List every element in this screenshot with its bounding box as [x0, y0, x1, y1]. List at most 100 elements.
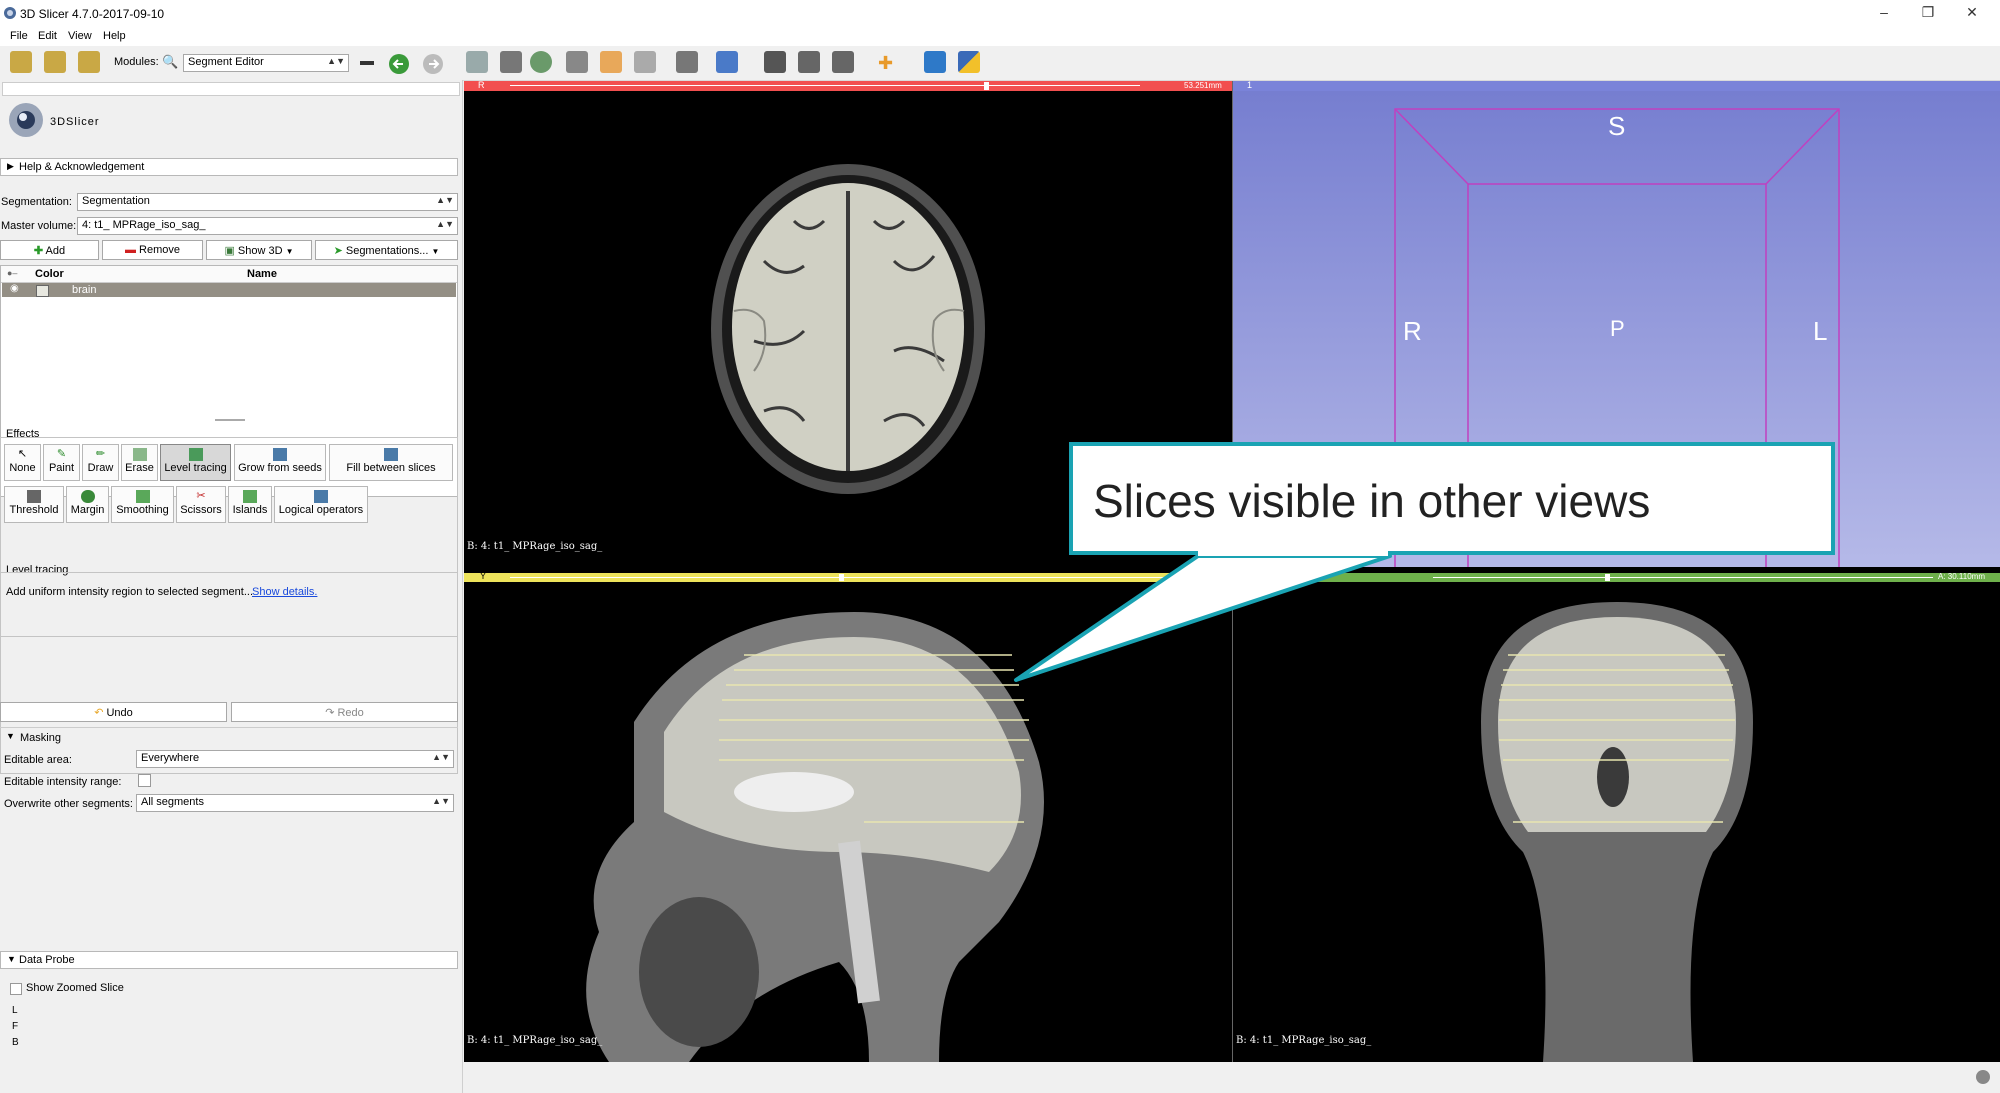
pencil-icon: ✏: [95, 448, 106, 460]
cursor-icon: ↖: [17, 448, 28, 460]
master-volume-selector[interactable]: 4: t1_ MPRage_iso_sag_ ▲▼: [77, 217, 458, 235]
effect-islands-label: Islands: [232, 504, 268, 516]
eye-icon[interactable]: ◉: [10, 283, 19, 294]
effect-smoothing-button[interactable]: Smoothing: [111, 486, 174, 523]
effect-margin-button[interactable]: Margin: [66, 486, 109, 523]
menu-edit[interactable]: Edit: [38, 30, 57, 42]
show-details-link[interactable]: Show details.: [252, 586, 317, 598]
dropdown-arrow-icon[interactable]: ▼: [431, 247, 439, 256]
layout-icon[interactable]: [676, 51, 698, 73]
restore-icon[interactable]: ❐: [1908, 4, 1948, 24]
module-panel-header: [2, 82, 460, 96]
overwrite-value: All segments: [141, 796, 204, 808]
segment-name[interactable]: brain: [72, 284, 96, 296]
overwrite-selector[interactable]: All segments ▲▼: [136, 794, 454, 812]
data-icon[interactable]: [10, 51, 32, 73]
scissors-icon: ✂: [196, 490, 206, 502]
table-row[interactable]: ◉ brain: [2, 283, 456, 297]
crosshair-icon[interactable]: [716, 51, 738, 73]
transforms-icon[interactable]: [566, 51, 588, 73]
collapse-arrow-icon[interactable]: ▼: [6, 731, 15, 741]
level-tracing-icon: [188, 448, 203, 461]
islands-icon: [243, 490, 257, 503]
yellow-slider-handle[interactable]: [839, 574, 844, 581]
masking-title[interactable]: Masking: [20, 732, 61, 744]
effect-level-tracing-button[interactable]: Level tracing: [160, 444, 231, 481]
effect-erase-button[interactable]: Erase: [121, 444, 158, 481]
dropdown-arrow-icon[interactable]: ▼: [286, 247, 294, 256]
search-icon[interactable]: 🔍: [162, 54, 178, 70]
module-selector[interactable]: Segment Editor ▲▼: [183, 54, 349, 72]
red-slice-controller[interactable]: R 53.251mm: [464, 80, 1232, 91]
effect-logical-operators-button[interactable]: Logical operators: [274, 486, 368, 523]
remove-segment-button[interactable]: ▬ Remove: [102, 240, 203, 260]
segment-icon[interactable]: [530, 51, 552, 73]
segmentation-value: Segmentation: [82, 195, 150, 207]
window-title: 3D Slicer 4.7.0-2017-09-10: [20, 7, 165, 21]
undo-button[interactable]: ↶ Undo: [0, 702, 227, 722]
python-icon[interactable]: [958, 51, 980, 73]
effect-threshold-button[interactable]: Threshold: [4, 486, 64, 523]
segmentations-button[interactable]: ➤ Segmentations... ▼: [315, 240, 458, 260]
effect-scissors-button[interactable]: ✂ Scissors: [176, 486, 226, 523]
volumes-icon[interactable]: [600, 51, 622, 73]
effect-grow-from-seeds-button[interactable]: Grow from seeds: [234, 444, 326, 481]
effect-erase-label: Erase: [125, 462, 154, 474]
markups-icon[interactable]: [466, 51, 488, 73]
menu-help[interactable]: Help: [103, 30, 126, 42]
effect-paint-button[interactable]: ✎ Paint: [43, 444, 80, 481]
screenshot-icon[interactable]: [764, 51, 786, 73]
minus-icon[interactable]: [360, 61, 374, 65]
callout-joint: [1198, 550, 1388, 556]
module-selector-value: Segment Editor: [188, 56, 264, 68]
show-3d-button[interactable]: ▣ Show 3D ▼: [206, 240, 312, 260]
data-probe-section[interactable]: ▼ Data Probe: [0, 951, 458, 969]
redo-button[interactable]: ↷ Redo: [231, 702, 458, 722]
red-slice-slider[interactable]: [510, 85, 1140, 86]
segmentation-label: Segmentation:: [1, 196, 72, 208]
slicer-logo-icon: [4, 7, 16, 19]
segmentations-label: Segmentations...: [345, 245, 429, 257]
show-zoomed-checkbox[interactable]: [10, 983, 22, 995]
redo-icon: ↷: [325, 707, 335, 719]
logical-operators-icon: [314, 490, 328, 503]
help-section[interactable]: ▶ Help & Acknowledgement: [0, 158, 458, 176]
threshold-icon: [27, 490, 41, 503]
threed-view-number: 1: [1247, 80, 1253, 90]
editable-area-selector[interactable]: Everywhere ▲▼: [136, 750, 454, 768]
orientation-label-s: S: [1608, 111, 1626, 141]
editor-icon[interactable]: [634, 51, 656, 73]
probe-line-l: L: [12, 1005, 18, 1016]
place-fiducial-icon[interactable]: ✚: [878, 53, 893, 74]
effect-islands-button[interactable]: Islands: [228, 486, 272, 523]
segment-color-swatch[interactable]: [36, 285, 49, 297]
minimize-icon[interactable]: –: [1864, 4, 1904, 24]
red-slider-handle[interactable]: [984, 82, 989, 90]
splitter-handle[interactable]: [215, 419, 245, 421]
close-icon[interactable]: ✕: [1952, 4, 1992, 24]
segmentation-selector[interactable]: Segmentation ▲▼: [77, 193, 458, 211]
smoothing-icon: [135, 490, 150, 503]
forward-arrow-icon[interactable]: [422, 53, 444, 75]
redo-label: Redo: [337, 707, 364, 719]
save-icon[interactable]: [78, 51, 100, 73]
show-zoomed-label: Show Zoomed Slice: [26, 982, 124, 994]
effect-fill-between-slices-button[interactable]: Fill between slices: [329, 444, 453, 481]
threed-view-controller[interactable]: 1: [1233, 80, 2000, 91]
module-panel: 3DSlicer ▶ Help & Acknowledgement Segment…: [0, 80, 463, 1093]
editable-area-label: Editable area:: [4, 754, 72, 766]
menu-view[interactable]: View: [68, 30, 92, 42]
modules-label: Modules:: [114, 56, 159, 68]
effect-none-button[interactable]: ↖ None: [4, 444, 41, 481]
effect-draw-button[interactable]: ✏ Draw: [82, 444, 119, 481]
error-log-icon[interactable]: [1976, 1070, 1990, 1084]
add-segment-button[interactable]: ✚ Add: [0, 240, 99, 260]
back-arrow-icon[interactable]: [388, 53, 410, 75]
models-icon[interactable]: [500, 51, 522, 73]
mouse-mode-icon[interactable]: [832, 51, 854, 73]
menu-file[interactable]: File: [10, 30, 28, 42]
scene-views-icon[interactable]: [798, 51, 820, 73]
editable-intensity-checkbox[interactable]: [138, 774, 151, 787]
dicom-icon[interactable]: [44, 51, 66, 73]
extensions-icon[interactable]: [924, 51, 946, 73]
